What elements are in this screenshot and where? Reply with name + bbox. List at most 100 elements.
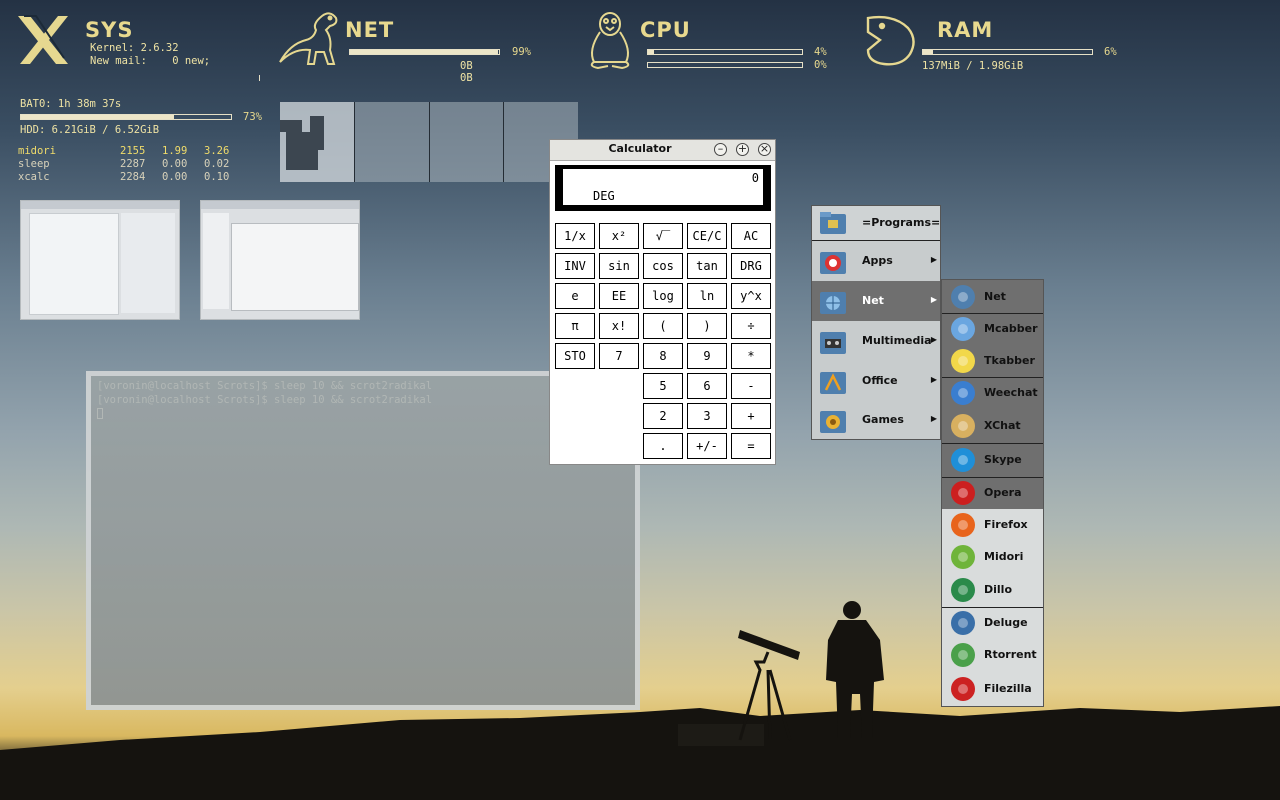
submenu-label: Midori: [984, 550, 1024, 563]
xorg-logo: [14, 12, 72, 68]
submenu-arrow-icon: ▶: [930, 255, 937, 264]
process-mem: 3.26: [204, 145, 230, 157]
hdd-label: HDD: 6.21GiB / 6.52GiB: [20, 124, 160, 136]
menu-item-apps[interactable]: Apps ▶: [812, 241, 940, 281]
process-mem: 0.10: [204, 171, 230, 183]
calc-key[interactable]: +/-: [687, 433, 727, 459]
window-thumbnail-filemanager[interactable]: [200, 200, 360, 320]
desktop-pager: [280, 102, 578, 182]
ram-usage: 137MiB / 1.98GiB: [922, 60, 1024, 72]
calculator-titlebar[interactable]: Calculator – + ×: [550, 140, 775, 161]
net-folder-icon: [818, 286, 848, 316]
submenu-item-skype[interactable]: Skype: [942, 443, 1043, 477]
submenu-label: Weechat: [984, 386, 1038, 399]
submenu-label: Opera: [984, 486, 1022, 499]
calc-key[interactable]: STO: [555, 343, 595, 369]
pager-desktop-1[interactable]: [280, 102, 355, 182]
pager-desktop-3[interactable]: [429, 102, 505, 182]
menu-separator: [942, 477, 1043, 478]
submenu-item-opera[interactable]: Opera: [942, 477, 1043, 509]
net-down: 0B: [460, 60, 473, 72]
calc-key[interactable]: 9: [687, 343, 727, 369]
process-cpu: 0.00: [162, 171, 188, 183]
net-title: NET: [345, 18, 395, 42]
calc-key[interactable]: √‾: [643, 223, 683, 249]
xchat-icon: [948, 411, 978, 441]
mail-value: 0 new;: [172, 55, 211, 67]
net-graph-tick: [259, 75, 260, 81]
calc-key[interactable]: INV: [555, 253, 595, 279]
submenu-item-midori[interactable]: Midori: [942, 541, 1043, 573]
menu-item-net[interactable]: Net ▶: [812, 281, 940, 321]
calc-key[interactable]: cos: [643, 253, 683, 279]
calc-key[interactable]: .: [643, 433, 683, 459]
menu-label: Office: [862, 374, 898, 387]
calc-key[interactable]: 6: [687, 373, 727, 399]
calc-key[interactable]: y^x: [731, 283, 771, 309]
process-name: sleep: [18, 158, 50, 170]
calc-key[interactable]: +: [731, 403, 771, 429]
submenu-item-weechat[interactable]: Weechat: [942, 377, 1043, 409]
skype-icon: [948, 445, 978, 475]
calc-key[interactable]: *: [731, 343, 771, 369]
menu-item-multimedia[interactable]: Multimedia ▶: [812, 321, 940, 361]
calc-key[interactable]: -: [731, 373, 771, 399]
net-pct: 99%: [512, 46, 531, 58]
calc-key[interactable]: x!: [599, 313, 639, 339]
calc-key[interactable]: 2: [643, 403, 683, 429]
submenu-label: Mcabber: [984, 322, 1038, 335]
submenu-item-mcabber[interactable]: Mcabber: [942, 313, 1043, 345]
calc-key[interactable]: tan: [687, 253, 727, 279]
submenu-item-firefox[interactable]: Firefox: [942, 509, 1043, 541]
calc-key[interactable]: ÷: [731, 313, 771, 339]
calc-key[interactable]: EE: [599, 283, 639, 309]
calc-key[interactable]: x²: [599, 223, 639, 249]
menu-item-games[interactable]: Games ▶: [812, 401, 940, 439]
battery-label: BAT0: 1h 38m 37s: [20, 98, 122, 110]
calc-key[interactable]: AC: [731, 223, 771, 249]
submenu-item-net[interactable]: Net: [942, 280, 1043, 313]
process-name: xcalc: [18, 171, 50, 183]
process-cpu: 1.99: [162, 145, 188, 157]
close-icon[interactable]: ×: [758, 143, 771, 156]
pager-desktop-2[interactable]: [354, 102, 430, 182]
cpu-title: CPU: [640, 18, 691, 42]
thumbnail-content: [231, 223, 359, 311]
mail-line: New mail: 0 new;: [90, 55, 210, 67]
submenu-item-xchat[interactable]: XChat: [942, 409, 1043, 443]
calc-key[interactable]: 1/x: [555, 223, 595, 249]
calc-key[interactable]: CE/C: [687, 223, 727, 249]
calc-key[interactable]: log: [643, 283, 683, 309]
calc-key[interactable]: ): [687, 313, 727, 339]
calc-key[interactable]: 3: [687, 403, 727, 429]
pager-window-mini: [280, 120, 302, 132]
process-row: xcalc 2284 0.00 0.10: [18, 171, 229, 183]
calc-key[interactable]: π: [555, 313, 595, 339]
calc-key[interactable]: e: [555, 283, 595, 309]
process-mem: 0.02: [204, 158, 230, 170]
process-pid: 2284: [120, 171, 146, 183]
maximize-icon[interactable]: +: [736, 143, 749, 156]
calc-key[interactable]: sin: [599, 253, 639, 279]
thumbnail-titlebar: [21, 201, 179, 209]
window-thumbnail-browser[interactable]: [20, 200, 180, 320]
calc-key[interactable]: ln: [687, 283, 727, 309]
calc-key[interactable]: 5: [643, 373, 683, 399]
minimize-icon[interactable]: –: [714, 143, 727, 156]
multimedia-folder-icon: [818, 326, 848, 356]
mail-label: New mail:: [90, 55, 147, 67]
menu-item-office[interactable]: Office ▶: [812, 361, 940, 401]
battery-pct: 73%: [243, 111, 262, 123]
calc-key[interactable]: DRG: [731, 253, 771, 279]
calc-key[interactable]: 7: [599, 343, 639, 369]
process-pid: 2155: [120, 145, 146, 157]
calc-key[interactable]: 8: [643, 343, 683, 369]
calc-key[interactable]: =: [731, 433, 771, 459]
menu-item-programs[interactable]: =Programs=: [812, 206, 940, 240]
folder-icon: [818, 208, 848, 238]
submenu-item-tkabber[interactable]: Tkabber: [942, 345, 1043, 377]
cpu-pct-1: 4%: [814, 46, 827, 58]
dinosaur-icon: [272, 8, 344, 70]
menu-label: =Programs=: [862, 216, 941, 229]
calc-key[interactable]: (: [643, 313, 683, 339]
